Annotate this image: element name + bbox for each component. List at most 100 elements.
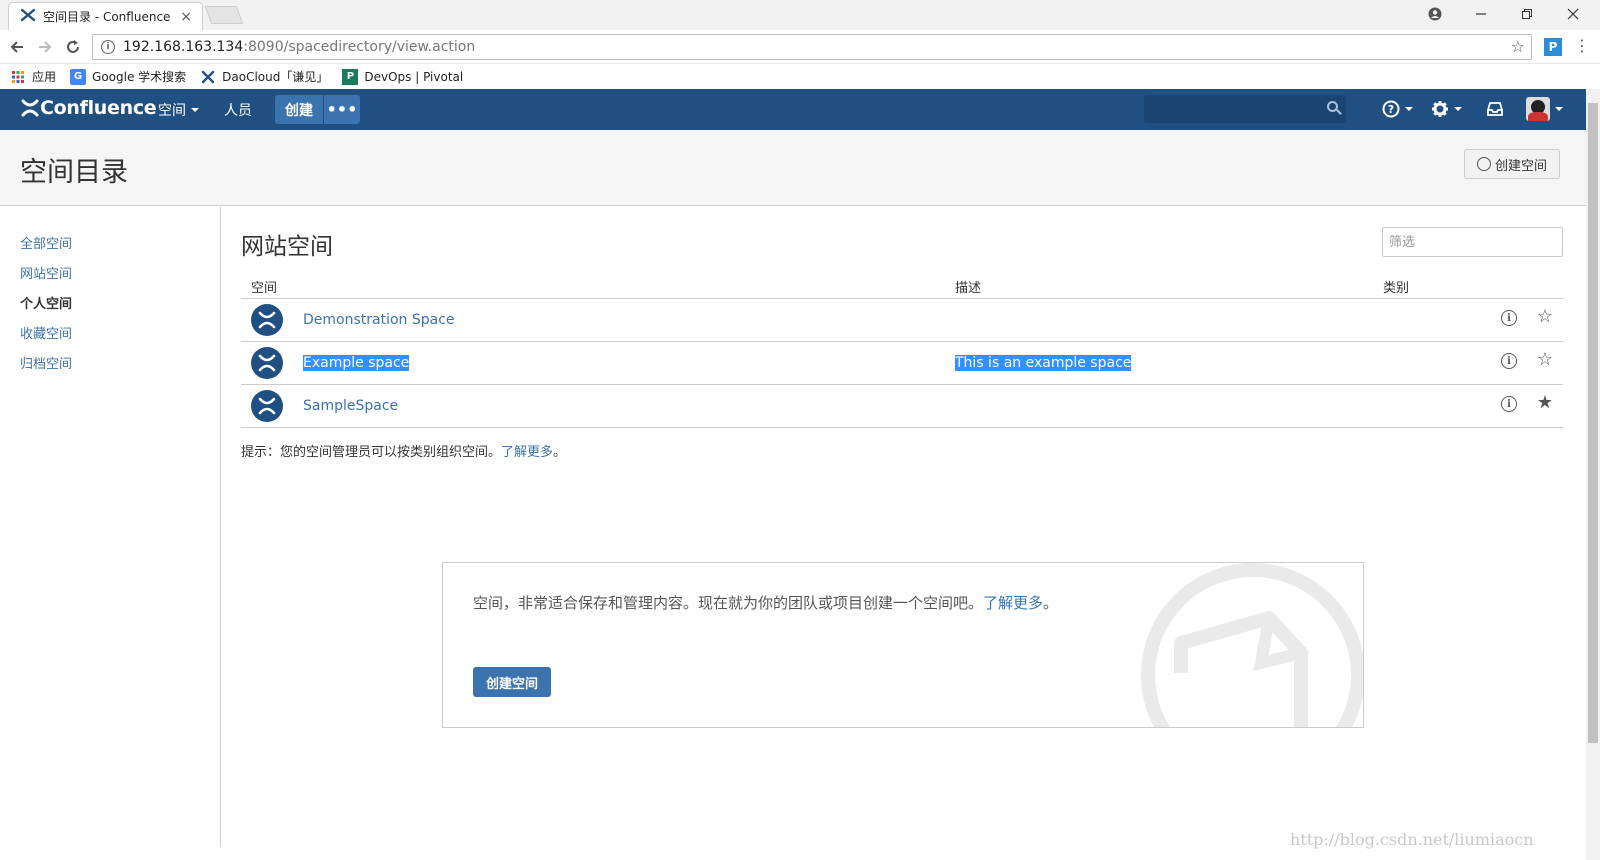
- sidebar-item-archived-spaces[interactable]: 归档空间: [20, 353, 72, 372]
- nav-spaces[interactable]: 空间: [158, 89, 199, 130]
- header-search-input[interactable]: [1144, 95, 1346, 123]
- create-button[interactable]: 创建: [275, 95, 323, 124]
- back-icon[interactable]: [6, 36, 28, 58]
- blank-state-text: 空间，非常适合保存和管理内容。现在就为你的团队或项目创建一个空间吧。了解更多。: [473, 591, 1073, 615]
- space-description: This is an example space: [955, 355, 1132, 371]
- blank-state-learn-more-link[interactable]: 了解更多: [983, 594, 1043, 612]
- bookmark-star-icon[interactable]: ☆: [1511, 37, 1525, 56]
- hint-learn-more-link[interactable]: 了解更多: [501, 445, 553, 460]
- create-space-button[interactable]: 创建空间: [1464, 149, 1560, 179]
- space-name-link[interactable]: Demonstration Space: [303, 312, 455, 328]
- bookmark-label: DevOps | Pivotal: [364, 69, 464, 84]
- close-window-icon[interactable]: [1550, 0, 1596, 28]
- blank-state-create-space-button[interactable]: 创建空间: [473, 667, 551, 697]
- forward-icon[interactable]: [34, 36, 56, 58]
- bookmark-pivotal[interactable]: P DevOps | Pivotal: [342, 68, 464, 85]
- sidebar-item-site-spaces[interactable]: 网站空间: [20, 263, 72, 282]
- svg-text:?: ?: [1388, 103, 1394, 116]
- profile-icon[interactable]: [1412, 0, 1458, 28]
- category-hint: 提示：您的空间管理员可以按类别组织空间。了解更多。: [241, 441, 566, 460]
- google-scholar-icon: G: [70, 68, 87, 85]
- chevron-down-icon: [1405, 107, 1413, 111]
- sidebar-item-all-spaces[interactable]: 全部空间: [20, 233, 72, 252]
- space-name-link[interactable]: Example space: [303, 355, 410, 371]
- space-logo-icon[interactable]: [251, 304, 283, 336]
- blank-state-end: 。: [1043, 594, 1059, 612]
- new-tab-button[interactable]: [204, 6, 244, 24]
- tab-close-icon[interactable]: ×: [180, 9, 192, 25]
- blank-state-message: 空间，非常适合保存和管理内容。现在就为你的团队或项目创建一个空间吧。: [473, 594, 984, 612]
- confluence-logo[interactable]: Confluence: [20, 97, 157, 119]
- nav-spaces-label: 空间: [158, 102, 186, 119]
- bookmark-google-scholar[interactable]: G Google 学术搜索: [70, 68, 186, 85]
- space-filter-sidebar: 全部空间 网站空间 个人空间 收藏空间 归档空间: [0, 207, 221, 847]
- minimize-icon[interactable]: [1458, 0, 1504, 28]
- browser-tabstrip: 空间目录 - Confluence ×: [0, 0, 1600, 30]
- table-row: Example space This is an example space i…: [241, 342, 1563, 385]
- extension-p-icon[interactable]: P: [1544, 38, 1562, 56]
- reload-icon[interactable]: [62, 36, 84, 58]
- page-header: 空间目录 创建空间: [0, 130, 1586, 206]
- notifications-icon[interactable]: [1486, 97, 1504, 121]
- browser-tab[interactable]: 空间目录 - Confluence ×: [8, 2, 203, 30]
- browser-menu-icon[interactable]: ⋮: [1574, 36, 1590, 55]
- create-space-label: 创建空间: [1494, 158, 1547, 174]
- url-path: :8090/spacedirectory/view.action: [243, 39, 476, 55]
- blank-state-panel: 空间，非常适合保存和管理内容。现在就为你的团队或项目创建一个空间吧。了解更多。 …: [442, 562, 1364, 728]
- table-header: 空间 描述 类别: [241, 273, 1563, 299]
- bookmarks-bar: 应用 G Google 学术搜索 DaoCloud「谦见」 P DevOps |…: [0, 64, 1600, 89]
- table-row: SampleSpace i ★: [241, 385, 1563, 428]
- space-logo-icon[interactable]: [251, 390, 283, 422]
- star-outline-icon[interactable]: ☆: [1537, 306, 1553, 327]
- pivotal-icon: P: [342, 68, 359, 85]
- create-space-icon: [1476, 157, 1491, 171]
- restore-icon[interactable]: [1504, 0, 1550, 28]
- nav-people-label: 人员: [224, 102, 252, 119]
- star-outline-icon[interactable]: ☆: [1537, 349, 1553, 370]
- url-host: 192.168.163.134: [123, 39, 244, 55]
- bookmark-label: Google 学术搜索: [92, 70, 187, 84]
- sidebar-item-personal-spaces[interactable]: 个人空间: [20, 293, 72, 312]
- address-toolbar: i 192.168.163.134:8090/spacedirectory/vi…: [0, 30, 1600, 64]
- space-name-link[interactable]: SampleSpace: [303, 398, 398, 414]
- sidebar-item-favourite-spaces[interactable]: 收藏空间: [20, 323, 72, 342]
- star-filled-icon[interactable]: ★: [1537, 392, 1553, 413]
- column-header-description: 描述: [955, 281, 982, 296]
- bookmark-apps[interactable]: 应用: [10, 68, 56, 85]
- avatar: [1526, 97, 1550, 121]
- user-menu[interactable]: [1526, 97, 1563, 121]
- confluence-favicon-icon: [20, 8, 36, 26]
- section-title: 网站空间: [241, 234, 333, 260]
- scrollbar-thumb[interactable]: [1588, 103, 1598, 743]
- settings-menu[interactable]: [1431, 97, 1462, 121]
- table-row: Demonstration Space i ☆: [241, 299, 1563, 342]
- chevron-down-icon: [191, 107, 199, 112]
- page-title: 空间目录: [20, 157, 128, 188]
- space-illustration-icon: [1141, 563, 1363, 727]
- hint-end: 。: [553, 445, 567, 460]
- hint-text: 提示：您的空间管理员可以按类别组织空间。: [241, 445, 502, 460]
- url-bar[interactable]: i 192.168.163.134:8090/spacedirectory/vi…: [92, 34, 1532, 60]
- space-logo-icon[interactable]: [251, 347, 283, 379]
- help-menu[interactable]: ?: [1382, 97, 1413, 121]
- apps-grid-icon: [10, 69, 26, 85]
- column-header-category: 类别: [1383, 281, 1410, 296]
- chevron-down-icon: [1555, 107, 1563, 111]
- info-icon[interactable]: i: [1501, 310, 1517, 326]
- confluence-logo-icon: [21, 99, 39, 117]
- info-icon[interactable]: i: [1501, 396, 1517, 412]
- site-info-icon[interactable]: i: [101, 40, 115, 54]
- create-more-button[interactable]: •••: [324, 95, 360, 124]
- search-icon: [1327, 101, 1338, 112]
- info-icon[interactable]: i: [1501, 353, 1517, 369]
- filter-input[interactable]: [1382, 227, 1563, 257]
- bookmark-label: 应用: [32, 70, 57, 84]
- help-icon: ?: [1382, 100, 1400, 118]
- tab-title: 空间目录 - Confluence: [43, 10, 171, 24]
- nav-people[interactable]: 人员: [224, 89, 252, 130]
- logo-text: Confluence: [40, 97, 157, 119]
- chevron-down-icon: [1454, 107, 1462, 111]
- column-header-space: 空间: [251, 281, 278, 296]
- bookmark-daocloud[interactable]: DaoCloud「谦见」: [200, 68, 328, 85]
- page-scrollbar[interactable]: [1586, 89, 1600, 860]
